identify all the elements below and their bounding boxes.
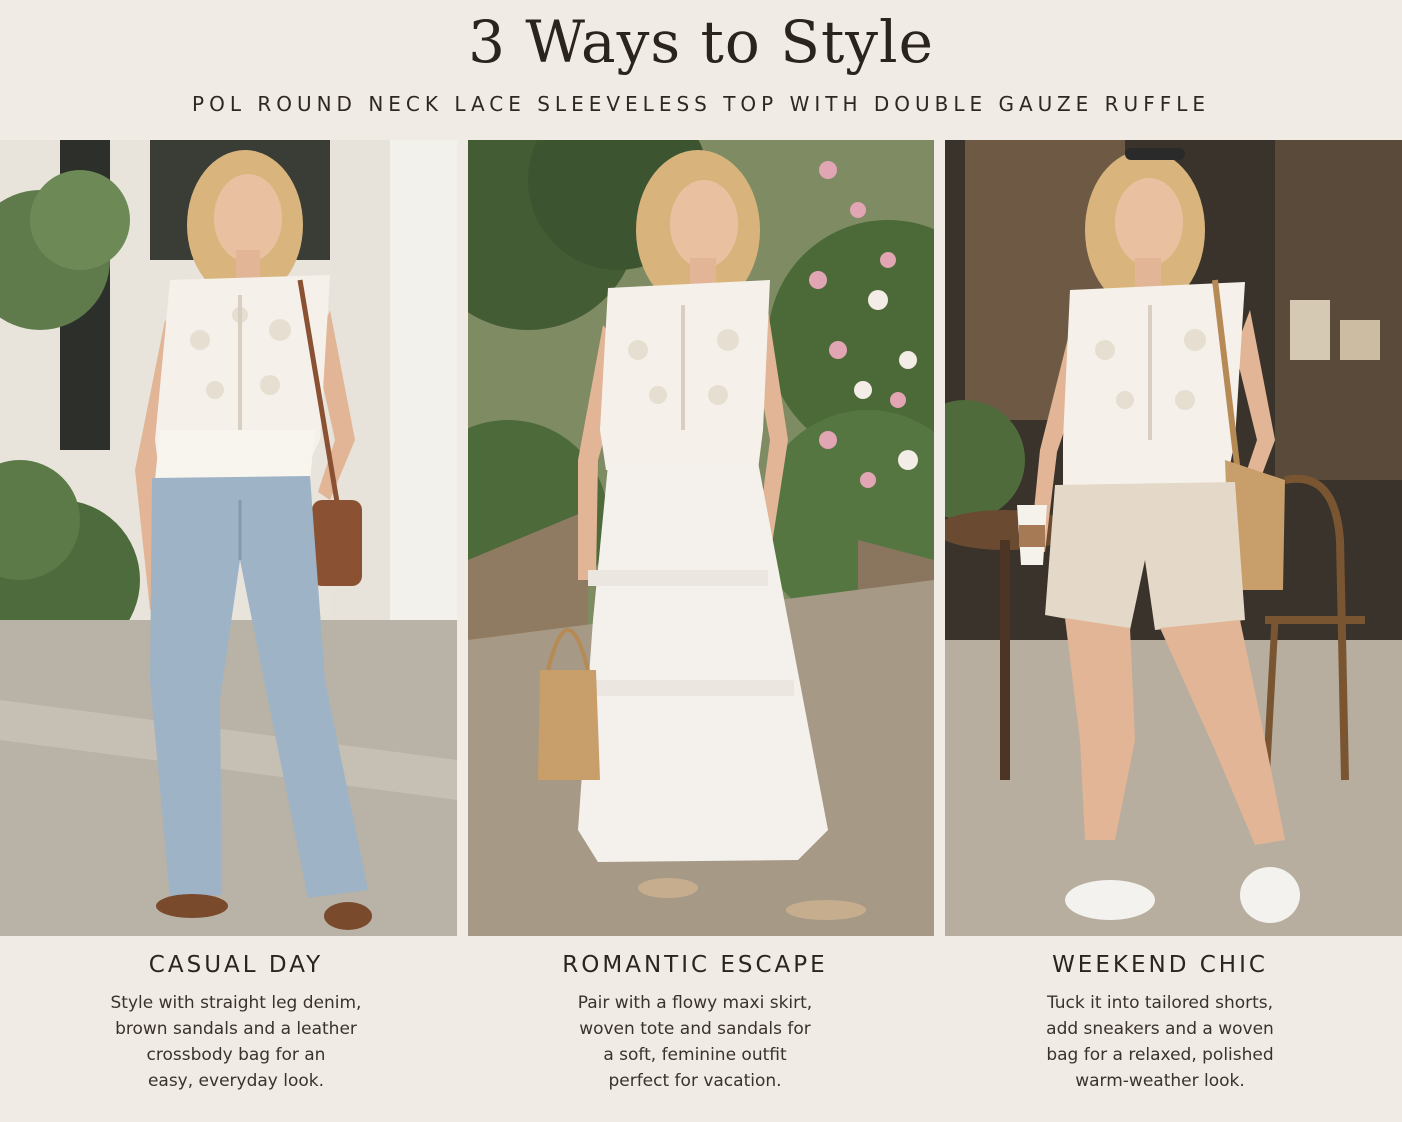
look-photo-romantic-escape bbox=[468, 140, 934, 936]
page-subtitle: POL ROUND NECK LACE SLEEVELESS TOP WITH … bbox=[192, 92, 1210, 116]
look-description: Tuck it into tailored shorts, add sneake… bbox=[1046, 993, 1274, 1091]
look-title: CASUAL DAY bbox=[148, 952, 324, 978]
page-title: 3 Ways to Style bbox=[468, 8, 934, 76]
look-description: Pair with a flowy maxi skirt, woven tote… bbox=[577, 993, 813, 1091]
look-title: ROMANTIC ESCAPE bbox=[562, 952, 828, 978]
header: 3 Ways to Style POL ROUND NECK LACE SLEE… bbox=[0, 0, 1402, 140]
look-title: WEEKEND CHIC bbox=[1052, 952, 1268, 978]
look-photo-weekend-chic bbox=[945, 140, 1402, 936]
look-caption-casual-day: CASUAL DAY Style with straight leg denim… bbox=[30, 952, 442, 1094]
look-photo-casual-day bbox=[0, 140, 457, 936]
look-caption-romantic-escape: ROMANTIC ESCAPE Pair with a flowy maxi s… bbox=[488, 952, 902, 1094]
look-description: Style with straight leg denim, brown san… bbox=[110, 993, 362, 1091]
look-caption-weekend-chic: WEEKEND CHIC Tuck it into tailored short… bbox=[955, 952, 1365, 1094]
